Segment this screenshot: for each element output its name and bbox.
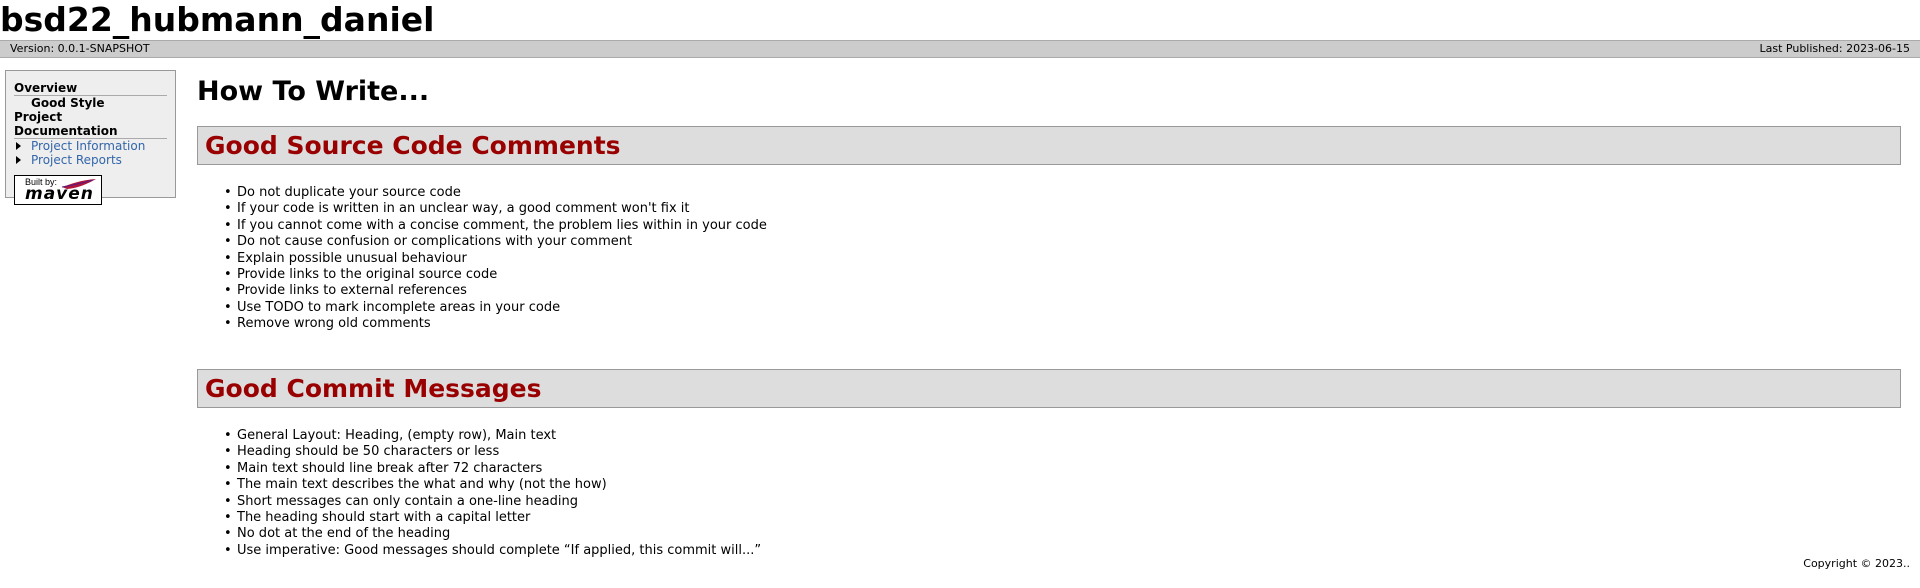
list-item: Remove wrong old comments [197, 316, 1901, 333]
list-item: If your code is written in an unclear wa… [197, 201, 1901, 218]
list-item: No dot at the end of the heading [197, 526, 1901, 543]
sidebar-item-good-style: Good Style [31, 96, 105, 110]
footer-copyright: Copyright © 2023.. [1803, 557, 1910, 570]
list-item: Use imperative: Good messages should com… [197, 543, 1901, 560]
sidebar-heading-project-documentation: Project Documentation [14, 110, 167, 139]
last-published-label: Last Published: 2023-06-15 [1759, 42, 1911, 55]
sidebar-item-project-reports[interactable]: Project Reports [14, 153, 167, 167]
main-content: How To Write... Good Source Code Comment… [197, 70, 1901, 560]
list-item: General Layout: Heading, (empty row), Ma… [197, 428, 1901, 445]
list-item: The main text describes the what and why… [197, 477, 1901, 494]
section-heading-source-code-comments: Good Source Code Comments [197, 126, 1901, 165]
badge-maven-text: maven [25, 184, 94, 204]
expand-arrow-icon [16, 156, 21, 164]
expand-arrow-icon [16, 142, 21, 150]
list-item: Do not cause confusion or complications … [197, 234, 1901, 251]
page-title: How To Write... [197, 76, 430, 107]
list-item: Explain possible unusual behaviour [197, 251, 1901, 268]
breadcrumbs-bar: Version: 0.0.1-SNAPSHOT Last Published: … [0, 40, 1920, 58]
list-item: Do not duplicate your source code [197, 185, 1901, 202]
list-item: The heading should start with a capital … [197, 510, 1901, 527]
list-item: Provide links to external references [197, 283, 1901, 300]
sidebar-heading-overview: Overview [14, 81, 167, 96]
sidebar-item-label: Project Reports [31, 153, 122, 167]
banner: bsd22_hubmann_daniel [0, 0, 1920, 40]
list-item: If you cannot come with a concise commen… [197, 218, 1901, 235]
list-item: Heading should be 50 characters or less [197, 444, 1901, 461]
list-item: Short messages can only contain a one-li… [197, 494, 1901, 511]
sidebar-item-project-information[interactable]: Project Information [14, 139, 167, 153]
list-item: Provide links to the original source cod… [197, 267, 1901, 284]
sidebar-item-label: Project Information [31, 139, 146, 153]
section-heading-commit-messages: Good Commit Messages [197, 369, 1901, 408]
list-item: Use TODO to mark incomplete areas in you… [197, 300, 1901, 317]
sidebar-navigation: Overview Good Style Project Documentatio… [5, 70, 176, 205]
version-label: Version: 0.0.1-SNAPSHOT [10, 42, 150, 55]
commit-guidelines-list: General Layout: Heading, (empty row), Ma… [197, 428, 1901, 560]
project-title: bsd22_hubmann_daniel [0, 0, 435, 39]
built-by-maven-badge[interactable]: Built by: maven [14, 175, 102, 205]
list-item: Main text should line break after 72 cha… [197, 461, 1901, 478]
comments-guidelines-list: Do not duplicate your source code If you… [197, 185, 1901, 369]
